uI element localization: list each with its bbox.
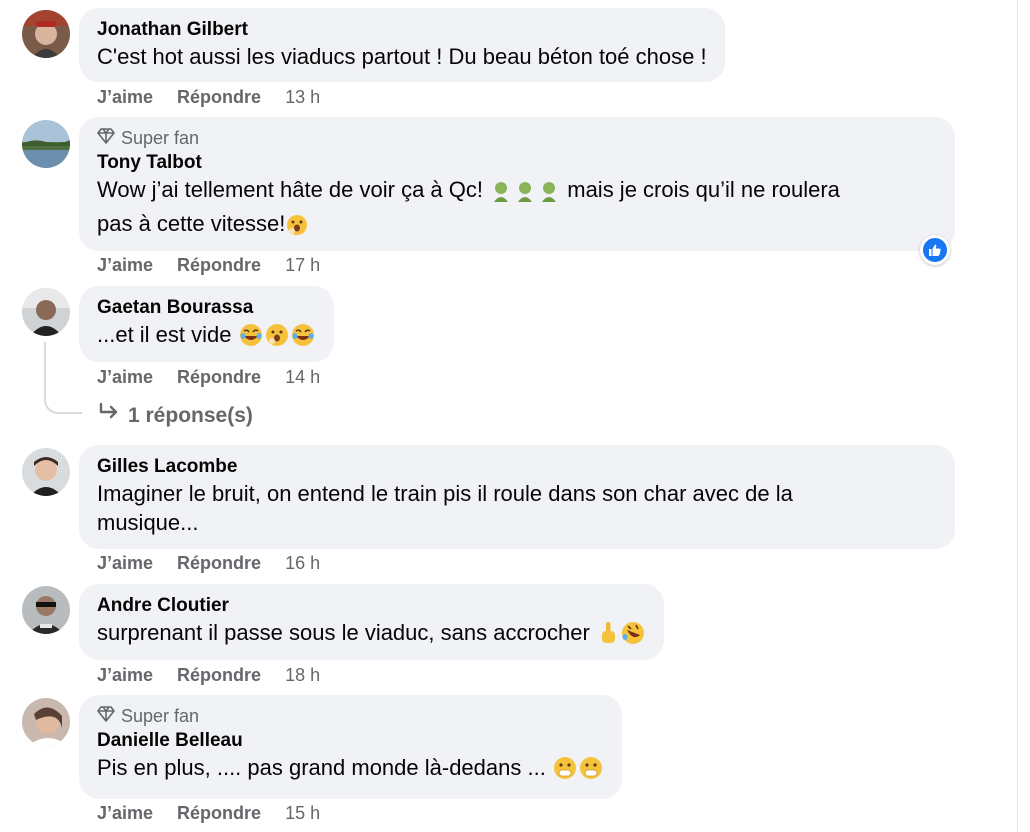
avatar[interactable]	[22, 586, 70, 634]
comment-bubble: Gaetan Bourassa ...et il est vide	[79, 286, 334, 362]
reply-button[interactable]: Répondre	[177, 254, 261, 276]
like-button[interactable]: J’aime	[97, 254, 153, 276]
reply-button[interactable]: Répondre	[177, 366, 261, 388]
diamond-icon	[97, 127, 115, 149]
comment-text: ...et il est vide	[97, 320, 316, 354]
comment-text-part: Wow j’ai tellement hâte de voir ça à Qc!	[97, 177, 483, 202]
badge-label: Super fan	[121, 706, 200, 726]
comment-bubble: Gilles Lacombe Imaginer le bruit, on ent…	[79, 445, 955, 549]
comment-actions: J’aime Répondre 14 h	[97, 366, 320, 388]
face-hand-over-mouth-icon	[553, 756, 577, 787]
like-button[interactable]: J’aime	[97, 802, 153, 824]
comment-author[interactable]: Andre Cloutier	[97, 594, 646, 618]
comment-text-part: ...et il est vide	[97, 322, 232, 347]
comment-text-part: surprenant il passe sous le viaduc, sans…	[97, 620, 590, 645]
comment-bubble: Andre Cloutier surprenant il passe sous …	[79, 584, 664, 660]
super-fan-badge: Super fan	[97, 705, 604, 727]
like-button[interactable]: J’aime	[97, 552, 153, 574]
avatar[interactable]	[22, 10, 70, 58]
avatar[interactable]	[22, 288, 70, 336]
comment-text: surprenant il passe sous le viaduc, sans…	[97, 618, 646, 652]
reply-button[interactable]: Répondre	[177, 552, 261, 574]
comment-author[interactable]: Tony Talbot	[97, 151, 937, 175]
comment-bubble: Super fan Danielle Belleau Pis en plus, …	[79, 695, 622, 799]
comment-text: Imaginer le bruit, on entend le train pi…	[97, 479, 937, 537]
comment-author[interactable]: Gaetan Bourassa	[97, 296, 316, 320]
comment-text: C'est hot aussi les viaducs partout ! Du…	[97, 44, 707, 69]
view-replies-button[interactable]: 1 réponse(s)	[98, 402, 253, 429]
reply-thread-line	[44, 342, 82, 414]
comment-actions: J’aime Répondre 17 h	[97, 254, 320, 276]
comment-text-part: Pis en plus, .... pas grand monde là-ded…	[97, 755, 546, 780]
comment-timestamp[interactable]: 14 h	[285, 366, 320, 388]
comment-author[interactable]: Jonathan Gilbert	[97, 18, 707, 42]
comment-actions: J’aime Répondre 16 h	[97, 552, 320, 574]
comment-timestamp[interactable]: 18 h	[285, 664, 320, 686]
comment-timestamp[interactable]: 16 h	[285, 552, 320, 574]
comment-bubble: Super fan Tony Talbot Wow j’ai tellement…	[79, 117, 955, 251]
diamond-icon	[97, 705, 115, 727]
laughing-crying-icon	[239, 323, 263, 354]
like-button[interactable]: J’aime	[97, 86, 153, 108]
super-fan-badge: Super fan	[97, 127, 937, 149]
comment-text: Wow j’ai tellement hâte de voir ça à Qc!…	[97, 175, 937, 243]
nauseated-face-icon	[490, 180, 512, 209]
like-reaction-icon[interactable]	[920, 235, 950, 265]
comment-bubble: Jonathan Gilbert C'est hot aussi les via…	[79, 8, 725, 82]
laughing-crying-icon	[291, 323, 315, 354]
comment-text: Pis en plus, .... pas grand monde là-ded…	[97, 753, 604, 787]
index-pointing-up-icon	[597, 621, 619, 652]
yawning-face-icon	[265, 323, 289, 354]
comment-timestamp[interactable]: 17 h	[285, 254, 320, 276]
scrollbar[interactable]	[1017, 0, 1030, 832]
reply-button[interactable]: Répondre	[177, 664, 261, 686]
comment-timestamp[interactable]: 15 h	[285, 802, 320, 824]
face-hand-over-mouth-icon	[579, 756, 603, 787]
comment-text-part: musique...	[97, 510, 199, 535]
yawning-face-icon	[286, 214, 308, 243]
reply-button[interactable]: Répondre	[177, 86, 261, 108]
comment-text-part: Imaginer le bruit, on entend le train pi…	[97, 481, 793, 506]
comment-actions: J’aime Répondre 15 h	[97, 802, 320, 824]
nauseated-face-icon	[538, 180, 560, 209]
reply-arrow-icon	[98, 402, 120, 429]
nauseated-face-icon	[514, 180, 536, 209]
comment-actions: J’aime Répondre 18 h	[97, 664, 320, 686]
replies-count-label: 1 réponse(s)	[128, 403, 253, 427]
avatar[interactable]	[22, 120, 70, 168]
comment-author[interactable]: Danielle Belleau	[97, 729, 604, 753]
comment-actions: J’aime Répondre 13 h	[97, 86, 320, 108]
comment-author[interactable]: Gilles Lacombe	[97, 455, 937, 479]
badge-label: Super fan	[121, 128, 200, 148]
avatar[interactable]	[22, 698, 70, 746]
avatar[interactable]	[22, 448, 70, 496]
like-button[interactable]: J’aime	[97, 664, 153, 686]
rolling-laughing-icon	[621, 621, 645, 652]
comment-text-part: pas à cette vitesse!	[97, 211, 286, 236]
reply-button[interactable]: Répondre	[177, 802, 261, 824]
comment-text-part: mais je crois qu’il ne roulera	[567, 177, 840, 202]
comment-timestamp[interactable]: 13 h	[285, 86, 320, 108]
like-button[interactable]: J’aime	[97, 366, 153, 388]
